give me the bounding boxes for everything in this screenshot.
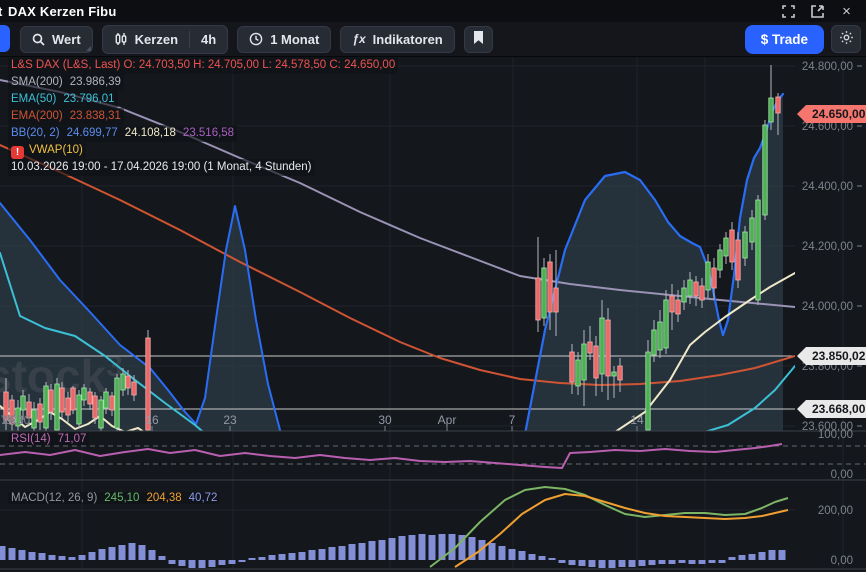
chart-type-button[interactable]: Kerzen bbox=[103, 26, 189, 53]
window-title: DAX Kerzen Fibu bbox=[8, 4, 116, 19]
svg-text:24.650,00: 24.650,00 bbox=[812, 107, 866, 121]
price-axis-label: 24.400,00 bbox=[802, 181, 853, 193]
fullscreen-icon[interactable] bbox=[781, 4, 796, 19]
svg-text:23.850,02: 23.850,02 bbox=[812, 349, 866, 363]
time-axis-label: 7 bbox=[509, 413, 516, 427]
fib-price-tag[interactable]: 23.668,00 bbox=[797, 400, 866, 418]
time-axis-label: 16 bbox=[145, 413, 159, 427]
bookmark-button[interactable] bbox=[464, 26, 493, 53]
indicators-button[interactable]: ƒx Indikatoren bbox=[340, 26, 454, 53]
price-axis-label: 24.000,00 bbox=[802, 301, 853, 313]
price-axis-label: 24.200,00 bbox=[802, 241, 853, 253]
svg-text:23.668,00: 23.668,00 bbox=[812, 402, 866, 416]
search-icon bbox=[32, 33, 45, 46]
rsi-axis-label: 0,00 bbox=[831, 469, 853, 481]
trade-button[interactable]: $ Trade bbox=[745, 25, 824, 54]
candlestick-icon bbox=[114, 32, 128, 46]
price-chart[interactable]: stock324.800,0024.600,0024.400,0024.200,… bbox=[0, 0, 866, 572]
chart-type-interval-group: Kerzen 4h bbox=[102, 25, 229, 54]
time-axis-label: 23 bbox=[223, 413, 237, 427]
chart-window: stock324.800,0024.600,0024.400,0024.200,… bbox=[0, 0, 866, 572]
macd-axis-label: 0,00 bbox=[831, 555, 853, 567]
time-axis-label: 14 bbox=[630, 413, 644, 427]
rsi-axis-label: 100,00 bbox=[818, 429, 853, 441]
fx-icon: ƒx bbox=[352, 32, 365, 46]
price-axis-label: 24.800,00 bbox=[802, 61, 853, 73]
time-axis-label: Apr bbox=[438, 413, 457, 427]
fib-price-tag[interactable]: 23.850,02 bbox=[797, 347, 866, 365]
close-icon[interactable]: × bbox=[839, 4, 854, 19]
toolbar: Wert Kerzen 4h 1 Monat ƒx In bbox=[0, 22, 866, 57]
gear-icon bbox=[839, 30, 854, 48]
macd-axis-label: 200,00 bbox=[818, 505, 853, 517]
clipped-button-fragment[interactable] bbox=[0, 25, 10, 52]
range-button[interactable]: 1 Monat bbox=[237, 26, 331, 53]
settings-button[interactable] bbox=[831, 25, 861, 53]
popout-icon[interactable] bbox=[810, 4, 825, 19]
time-axis-label: 30 bbox=[378, 413, 392, 427]
title-bar: t DAX Kerzen Fibu × bbox=[0, 0, 866, 22]
title-fragment: t bbox=[0, 4, 6, 19]
clock-icon bbox=[249, 32, 263, 46]
symbol-search-button[interactable]: Wert bbox=[20, 26, 93, 53]
bookmark-icon bbox=[473, 31, 484, 47]
axis-label: 30 bbox=[17, 415, 30, 427]
interval-button[interactable]: 4h bbox=[190, 26, 227, 53]
last-price-tag[interactable]: 24.650,00 bbox=[797, 105, 866, 123]
axis-label: 14 bbox=[1, 415, 14, 427]
